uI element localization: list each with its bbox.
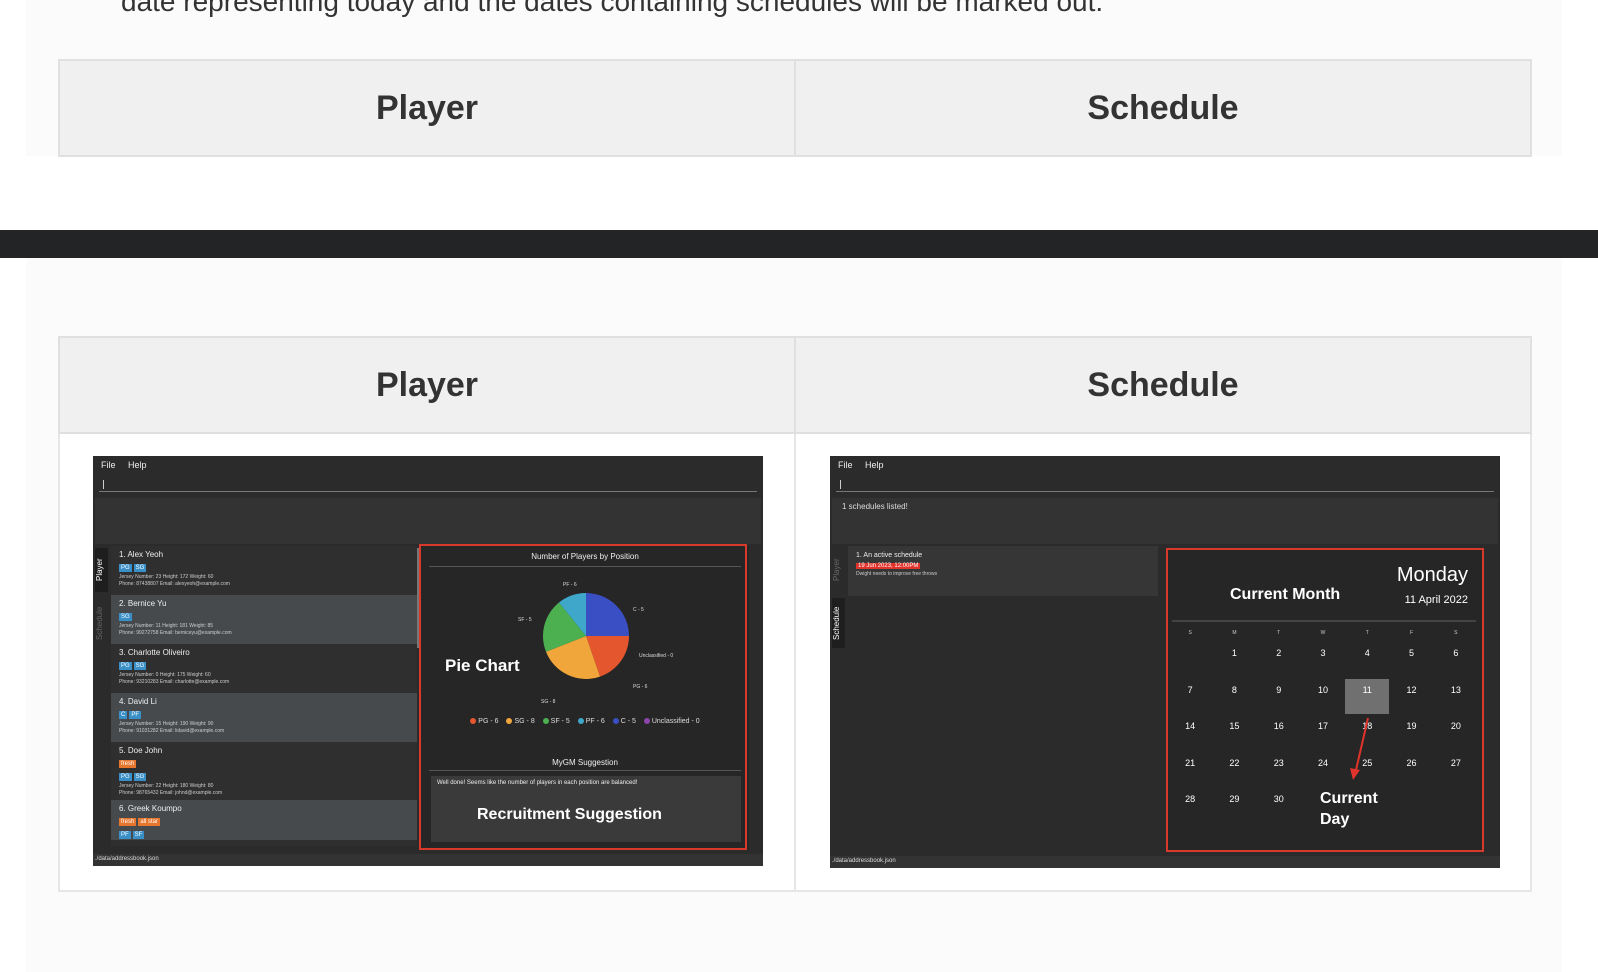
menu-file[interactable]: File bbox=[838, 460, 853, 470]
column-header-schedule: Schedule bbox=[794, 59, 1532, 157]
list-item[interactable]: 4. David Li C PF Jersey Number: 15 Height… bbox=[111, 693, 417, 742]
position-tag: PG bbox=[119, 662, 132, 670]
list-item[interactable]: 6. Greek Koumpo fresh all star PF SF bbox=[111, 800, 417, 840]
position-tag: PG bbox=[119, 773, 132, 781]
status-bar: ./data/addressbook.json bbox=[93, 854, 763, 866]
menu-help[interactable]: Help bbox=[865, 460, 884, 470]
position-tag: SG bbox=[119, 613, 132, 621]
custom-tag: all star bbox=[138, 818, 161, 826]
list-item[interactable]: 1. An active schedule 19 Jun 2023, 12:00… bbox=[848, 546, 1158, 596]
intro-paragraph: date representing today and the dates co… bbox=[121, 0, 1104, 17]
column-header-player: Player bbox=[58, 336, 796, 434]
command-input[interactable] bbox=[836, 476, 1494, 492]
column-header-player: Player bbox=[58, 59, 796, 157]
player-screenshot: File Help Player Schedule 1. Alex Yeoh P… bbox=[93, 456, 763, 866]
schedule-date-badge: 19 Jun 2023, 12:00PM bbox=[856, 563, 921, 569]
status-bar: ./data/addressbook.json bbox=[830, 856, 1500, 868]
comparison-table-header: Player Schedule bbox=[58, 59, 1532, 157]
custom-tag: fresh bbox=[119, 818, 137, 826]
schedule-description: Dwight needs to improve free throws bbox=[856, 571, 938, 577]
side-tabs: Player Schedule bbox=[95, 546, 108, 854]
schedule-screenshot: File Help 1 schedules listed! Player Sch… bbox=[830, 456, 1500, 868]
schedule-name: 1. An active schedule bbox=[856, 552, 923, 559]
tab-player[interactable]: Player bbox=[832, 548, 845, 592]
menu-help[interactable]: Help bbox=[128, 460, 147, 470]
schedule-screenshot-cell: File Help 1 schedules listed! Player Sch… bbox=[794, 432, 1532, 892]
position-tag: SG bbox=[133, 564, 147, 572]
list-item[interactable]: 3. Charlotte Oliveiro PG SG Jersey Number… bbox=[111, 644, 417, 693]
position-tag: SG bbox=[133, 773, 147, 781]
list-item[interactable]: 1. Alex Yeoh PG SG Jersey Number: 23 Heig… bbox=[111, 546, 417, 595]
position-tag: SF bbox=[132, 831, 145, 839]
section-divider bbox=[0, 230, 1598, 258]
position-tag: PG bbox=[119, 564, 132, 572]
custom-tag: fresh bbox=[119, 760, 137, 768]
position-tag: C bbox=[119, 711, 128, 719]
column-header-schedule: Schedule bbox=[794, 336, 1532, 434]
player-list: 1. Alex Yeoh PG SG Jersey Number: 23 Heig… bbox=[111, 546, 417, 846]
highlight-box bbox=[1166, 548, 1484, 852]
menu-bar: File Help bbox=[101, 460, 157, 470]
position-tag: PF bbox=[119, 831, 131, 839]
tab-schedule[interactable]: Schedule bbox=[95, 598, 108, 648]
comparison-table: Player Schedule File Help Player Schedul… bbox=[58, 336, 1532, 892]
command-input[interactable] bbox=[99, 476, 757, 492]
position-tag: SG bbox=[133, 662, 147, 670]
tab-player[interactable]: Player bbox=[95, 548, 108, 592]
list-item[interactable]: 5. Doe John fresh PG SG Jersey Number: 22… bbox=[111, 742, 417, 800]
list-item[interactable]: 2. Bernice Yu SG Jersey Number: 11 Heigh… bbox=[111, 595, 417, 644]
result-display: 1 schedules listed! bbox=[832, 498, 1498, 544]
menu-bar: File Help bbox=[838, 460, 894, 470]
result-display bbox=[95, 498, 761, 544]
highlight-box bbox=[419, 544, 747, 850]
player-screenshot-cell: File Help Player Schedule 1. Alex Yeoh P… bbox=[58, 432, 796, 892]
tab-schedule[interactable]: Schedule bbox=[832, 598, 845, 648]
position-tag: PF bbox=[129, 711, 142, 719]
menu-file[interactable]: File bbox=[101, 460, 116, 470]
side-tabs: Player Schedule bbox=[832, 546, 845, 854]
